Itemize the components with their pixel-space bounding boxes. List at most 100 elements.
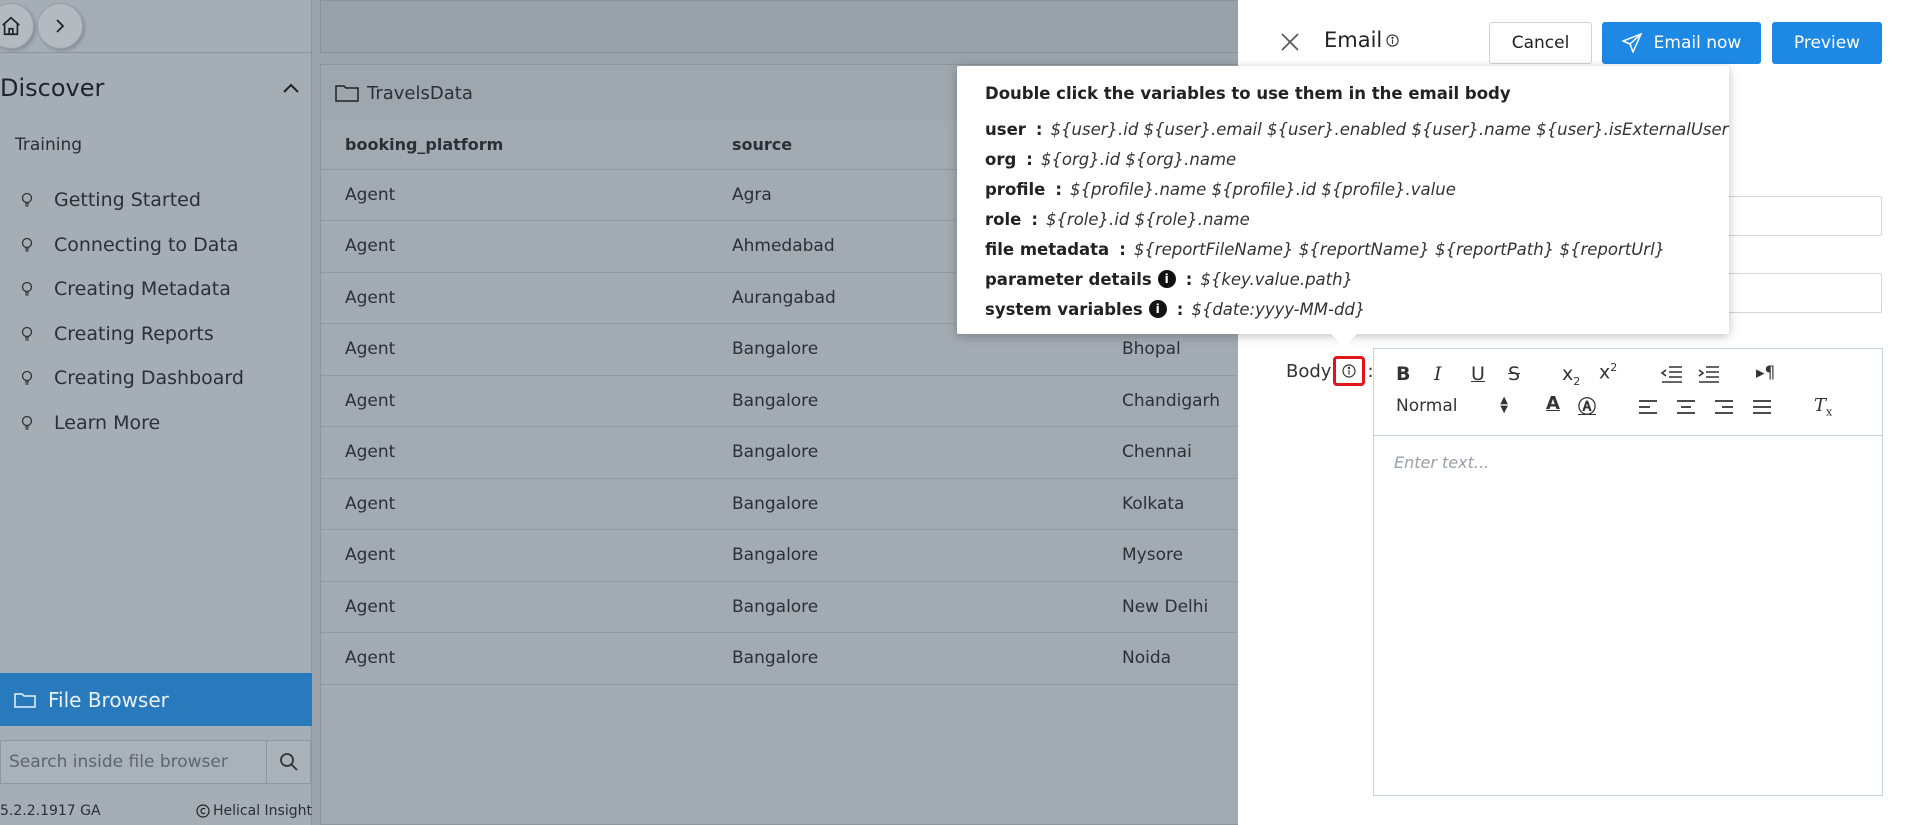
close-icon[interactable]	[1278, 30, 1302, 54]
folder-icon	[14, 691, 36, 709]
file-browser-search-input[interactable]	[0, 740, 267, 784]
search-button[interactable]	[267, 740, 311, 784]
superscript-icon[interactable]: x2	[1599, 361, 1617, 383]
copyright-icon	[196, 804, 210, 818]
table-cell: Kolkata	[1098, 478, 1241, 530]
tooltip-row-system-variables: system variables i : ${date:yyyy-MM-dd}	[985, 294, 1729, 324]
indent-icon[interactable]	[1698, 365, 1720, 383]
sidebar-item-getting-started[interactable]: Getting Started	[20, 178, 244, 223]
align-right-icon[interactable]	[1714, 399, 1734, 415]
sidebar-item-label: Creating Metadata	[54, 278, 231, 301]
sidebar-item-learn-more[interactable]: Learn More	[20, 401, 244, 446]
sidebar-item-creating-dashboard[interactable]: Creating Dashboard	[20, 356, 244, 401]
text-color-icon[interactable]: A	[1546, 393, 1560, 414]
table-cell: Agent	[321, 169, 708, 221]
email-now-label: Email now	[1653, 33, 1742, 53]
table-cell: Agent	[321, 478, 708, 530]
info-filled-icon[interactable]: i	[1157, 270, 1176, 288]
tooltip-key: profile	[985, 179, 1046, 199]
tooltip-row-user: user: ${user}.id ${user}.email ${user}.e…	[985, 114, 1729, 144]
table-folder-name: TravelsData	[367, 82, 473, 104]
table-cell: Noida	[1098, 632, 1241, 685]
bold-icon[interactable]: B	[1396, 363, 1410, 385]
chevron-up-icon[interactable]	[282, 82, 300, 94]
sidebar-item-label: Creating Reports	[54, 322, 214, 345]
info-filled-icon[interactable]: i	[1148, 300, 1167, 318]
tooltip-row-role: role: ${role}.id ${role}.name	[985, 204, 1729, 234]
file-browser-search	[0, 740, 312, 784]
tooltip-separator: :	[1035, 119, 1043, 139]
expand-button[interactable]	[37, 3, 83, 49]
table-row: Agent Bangalore Noida	[321, 632, 1241, 685]
sidebar-item-creating-reports[interactable]: Creating Reports	[20, 312, 244, 357]
table-cell: Agent	[321, 426, 708, 479]
home-icon	[2, 16, 20, 36]
tooltip-separator: :	[1176, 299, 1184, 319]
tooltip-values[interactable]: ${profile}.name ${profile}.id ${profile}…	[1070, 180, 1456, 199]
text-direction-icon[interactable]: ▸¶	[1756, 363, 1775, 383]
file-browser-button[interactable]: File Browser	[0, 673, 312, 726]
info-icon[interactable]	[1386, 33, 1399, 47]
lightbulb-icon	[20, 370, 34, 386]
strikethrough-icon[interactable]: S	[1508, 363, 1520, 385]
clear-format-icon[interactable]: Tx	[1814, 395, 1832, 419]
lightbulb-icon	[20, 237, 34, 253]
table-cell: Agent	[321, 375, 708, 427]
sidebar-item-connecting-to-data[interactable]: Connecting to Data	[20, 223, 244, 268]
tooltip-separator: :	[1119, 239, 1126, 259]
chevron-right-icon	[56, 19, 65, 33]
brand: Helical Insight	[196, 803, 312, 819]
info-icon[interactable]	[1342, 364, 1357, 378]
email-title: Email	[1324, 28, 1399, 52]
tooltip-key: user	[985, 119, 1026, 139]
tooltip-title: Double click the variables to use them i…	[985, 84, 1511, 103]
tooltip-values[interactable]: ${reportFileName} ${reportName} ${report…	[1134, 240, 1665, 259]
table-cell: Agent	[321, 220, 708, 273]
cancel-button[interactable]: Cancel	[1489, 22, 1592, 64]
table-row: Agent Bangalore New Delhi	[321, 581, 1241, 633]
table-cell: Bangalore	[708, 529, 1098, 582]
sidebar: Discover Training Getting Started Connec…	[0, 0, 312, 825]
select-arrows-icon: ▲ ▼	[1500, 395, 1508, 415]
table-cell: Agent	[321, 272, 708, 324]
align-left-icon[interactable]	[1638, 399, 1658, 415]
lightbulb-icon	[20, 326, 34, 342]
tooltip-values[interactable]: ${key.value.path}	[1200, 270, 1353, 289]
tooltip-key: org	[985, 149, 1017, 169]
sidebar-item-creating-metadata[interactable]: Creating Metadata	[20, 267, 244, 312]
italic-icon[interactable]: I	[1434, 363, 1442, 385]
sidebar-item-label: Learn More	[54, 411, 161, 434]
align-center-icon[interactable]	[1676, 399, 1696, 415]
discover-header[interactable]: Discover	[0, 74, 300, 102]
table-row: Agent Bangalore Chennai	[321, 426, 1241, 479]
tooltip-values[interactable]: ${user}.id ${user}.email ${user}.enabled…	[1051, 120, 1729, 139]
preview-button[interactable]: Preview	[1772, 22, 1882, 64]
email-now-button[interactable]: Email now	[1602, 22, 1761, 64]
training-list: Getting Started Connecting to Data Creat…	[20, 178, 244, 445]
editor-placeholder[interactable]: Enter text...	[1394, 453, 1489, 472]
tooltip-separator: :	[1026, 149, 1033, 169]
tooltip-values[interactable]: ${date:yyyy-MM-dd}	[1191, 300, 1365, 319]
training-section-label: Training	[15, 135, 83, 155]
email-title-text: Email	[1324, 28, 1383, 52]
format-select[interactable]: Normal ▲ ▼	[1396, 395, 1508, 417]
table-row: Agent Bangalore Kolkata	[321, 478, 1241, 530]
table-cell: Bangalore	[708, 581, 1098, 633]
table-cell: Bangalore	[708, 426, 1098, 479]
tooltip-values[interactable]: ${org}.id ${org}.name	[1041, 150, 1236, 169]
outdent-icon[interactable]	[1661, 365, 1683, 383]
column-header[interactable]: booking_platform	[321, 121, 708, 170]
version-text: 5.2.2.1917 GA	[0, 803, 101, 819]
folder-icon	[335, 83, 359, 103]
underline-icon[interactable]: U	[1471, 363, 1485, 385]
align-justify-icon[interactable]	[1752, 399, 1772, 415]
home-button[interactable]	[0, 3, 34, 49]
subscript-icon[interactable]: x2	[1562, 363, 1580, 388]
search-icon	[279, 753, 298, 771]
background-color-icon[interactable]: Ⓐ	[1578, 393, 1596, 419]
tooltip-values[interactable]: ${role}.id ${role}.name	[1046, 210, 1250, 229]
table-cell: Agent	[321, 632, 708, 685]
body-label: Body	[1286, 360, 1332, 382]
body-info-highlight[interactable]	[1333, 356, 1366, 386]
main-topbar	[320, 0, 1240, 53]
